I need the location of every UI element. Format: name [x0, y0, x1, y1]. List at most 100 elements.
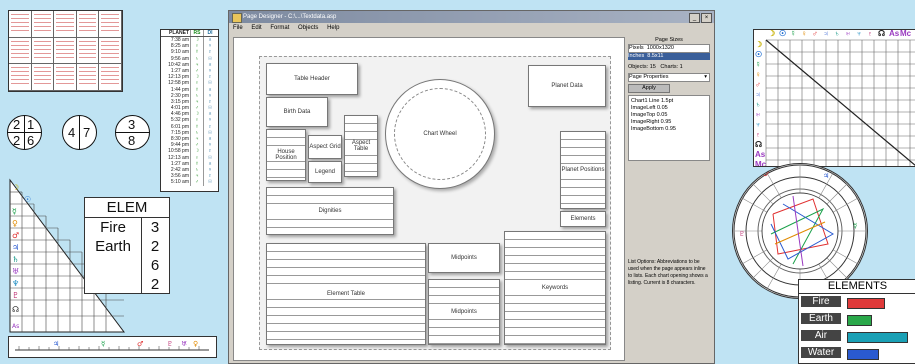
element-bar	[847, 332, 909, 343]
app-icon	[232, 13, 242, 23]
minimize-button[interactable]: _	[689, 13, 700, 23]
close-button[interactable]: ×	[701, 13, 712, 23]
window-title: Page Designer - C:\...\Textdata.asp	[243, 14, 337, 20]
svg-text:☊: ☊	[12, 305, 19, 314]
properties-panel: Page Sizes Pixels 1000x1320 Inches 8.5x1…	[628, 37, 710, 359]
grid-header-symbol: ☿	[790, 29, 796, 38]
aspect-grid-right: ☽ ☽ ☉ ☉ ☿ ☿ ♀ ♀ ♂ ♂ ♃ ♃ ♄ ♄ ♅ ♅ ♆ ♆ ♇ ♇ ☊ ☊ As As Mc Mc	[753, 29, 915, 167]
menu-format[interactable]: Format	[270, 25, 289, 31]
design-canvas[interactable]: Table Header Birth Data House Position A…	[233, 37, 625, 361]
block-elements[interactable]: Elements	[560, 211, 606, 227]
block-dignities[interactable]: Dignities	[266, 187, 394, 235]
block-midpoints-list[interactable]: Midpoints	[428, 279, 500, 345]
grid-symbol: ♄	[755, 100, 761, 109]
property-list-item[interactable]: Chart1 Line 1.5pt	[631, 98, 707, 105]
property-list-item[interactable]: ImageRight 0.95	[631, 119, 707, 126]
element-bar-row: Earth	[799, 311, 915, 328]
block-keywords[interactable]: Keywords	[504, 231, 606, 345]
element-bar	[847, 349, 879, 360]
element-bar-row: Fire	[799, 294, 915, 311]
block-aspect-grid[interactable]: Aspect Grid	[308, 135, 342, 159]
svg-text:As: As	[12, 323, 19, 330]
grid-symbol: ♅	[755, 110, 761, 119]
element-table-title: ELEM	[85, 198, 169, 218]
timeline-ruler: ♃ ☿ ♂ ♇ ♅ ♀	[8, 336, 217, 358]
svg-text:♇: ♇	[739, 230, 745, 238]
svg-text:☽: ☽	[12, 183, 19, 192]
svg-text:☿: ☿	[101, 340, 105, 348]
element-bar-label: Air	[801, 330, 841, 341]
planet-table-row: 5:10 am ♂ ☉	[161, 179, 218, 186]
svg-text:♅: ♅	[181, 340, 187, 348]
svg-text:♂: ♂	[137, 340, 143, 348]
quadrant-circle-3: 3 8	[115, 115, 150, 150]
chevron-down-icon: ▾	[704, 74, 707, 80]
grid-header-symbol: Mc	[900, 29, 912, 38]
svg-text:☉: ☉	[24, 195, 31, 204]
block-planet-data[interactable]: Planet Data	[528, 65, 606, 107]
svg-text:♀: ♀	[12, 219, 18, 228]
grid-header-symbol: ♄	[834, 29, 840, 38]
grid-symbol: ☉	[755, 50, 763, 59]
svg-text:♃: ♃	[12, 243, 19, 252]
grid-symbol: ♆	[755, 120, 761, 129]
svg-text:♂: ♂	[12, 231, 19, 240]
svg-text:♇: ♇	[12, 291, 19, 300]
property-list-item[interactable]: ImageBottom 0.95	[631, 126, 707, 133]
element-bar-label: Earth	[801, 313, 841, 324]
inches-field[interactable]: Inches 8.5x11	[628, 53, 710, 60]
pixels-field[interactable]: Pixels 1000x1320	[628, 44, 710, 53]
menu-help[interactable]: Help	[327, 25, 339, 31]
svg-text:♀: ♀	[193, 340, 198, 348]
svg-text:☿: ☿	[853, 222, 857, 230]
page-area[interactable]: Table Header Birth Data House Position A…	[259, 56, 611, 350]
menu-bar: File Edit Format Objects Help	[229, 23, 714, 33]
help-text: List Options: Abbreviations to be used w…	[628, 259, 708, 286]
block-house-position[interactable]: House Position	[266, 129, 306, 181]
block-midpoints[interactable]: Midpoints	[428, 243, 500, 273]
grid-symbol: Mc	[755, 160, 767, 167]
menu-objects[interactable]: Objects	[298, 25, 318, 31]
apply-button[interactable]: Apply	[628, 84, 670, 93]
grid-header-symbol: ♀	[801, 29, 807, 38]
element-count-table: ELEM Fire 3 Earth 2 6 2	[84, 197, 170, 294]
grid-symbol: ☊	[755, 140, 763, 149]
grid-header-symbol: ♃	[823, 29, 829, 38]
property-list[interactable]: Chart1 Line 1.5pt ImageLeft 0.05 ImageTop …	[628, 95, 710, 161]
properties-dropdown[interactable]: Page Properties ▾	[628, 73, 710, 82]
grid-header-symbol: ♆	[856, 29, 862, 38]
grid-symbol: ♃	[755, 90, 761, 99]
block-planet-positions[interactable]: Planet Positions	[560, 131, 606, 209]
element-bar-row: Air	[799, 328, 915, 345]
element-bar	[847, 315, 873, 326]
block-chart-wheel[interactable]: Chart Wheel	[385, 79, 495, 189]
grid-symbol: ☽	[755, 40, 763, 49]
object-counts: Objects: 15 Charts: 1	[628, 64, 683, 70]
grid-header-symbol: ♂	[812, 29, 818, 38]
planet-time-table: PLANET RS DI 7:38 am ☽ ♅ 8:25 am ♀ ♆ 9:10 am ☿ ♇ 9:…	[160, 29, 219, 192]
property-list-item[interactable]: ImageTop 0.05	[631, 112, 707, 119]
block-legend-small[interactable]: Legend	[308, 161, 342, 183]
grid-header-symbol: ☉	[779, 29, 787, 38]
property-list-item[interactable]: ImageLeft 0.05	[631, 105, 707, 112]
grid-header-symbol: ♅	[845, 29, 851, 38]
page-sizes-heading: Page Sizes	[655, 37, 683, 43]
svg-text:♃: ♃	[53, 340, 59, 348]
grid-header-symbol: ☽	[768, 29, 776, 38]
menu-edit[interactable]: Edit	[251, 25, 261, 31]
element-bar-label: Fire	[801, 296, 841, 307]
block-table-header[interactable]: Table Header	[266, 63, 358, 95]
elements-title: ELEMENTS	[799, 280, 915, 294]
grid-header-symbol: ♇	[867, 29, 873, 38]
grid-symbol: As	[755, 150, 766, 159]
element-bar-row: Water	[799, 345, 915, 362]
block-element-table[interactable]: Element Table	[266, 243, 426, 345]
svg-text:♃: ♃	[823, 172, 829, 180]
mini-chart-grid	[8, 10, 123, 92]
block-aspect-table[interactable]: Aspect Table	[344, 115, 378, 177]
svg-text:♄: ♄	[12, 255, 19, 264]
menu-file[interactable]: File	[233, 25, 243, 31]
element-bar	[847, 298, 886, 309]
block-birth-data[interactable]: Birth Data	[266, 97, 328, 127]
grid-symbol: ☿	[755, 60, 761, 69]
